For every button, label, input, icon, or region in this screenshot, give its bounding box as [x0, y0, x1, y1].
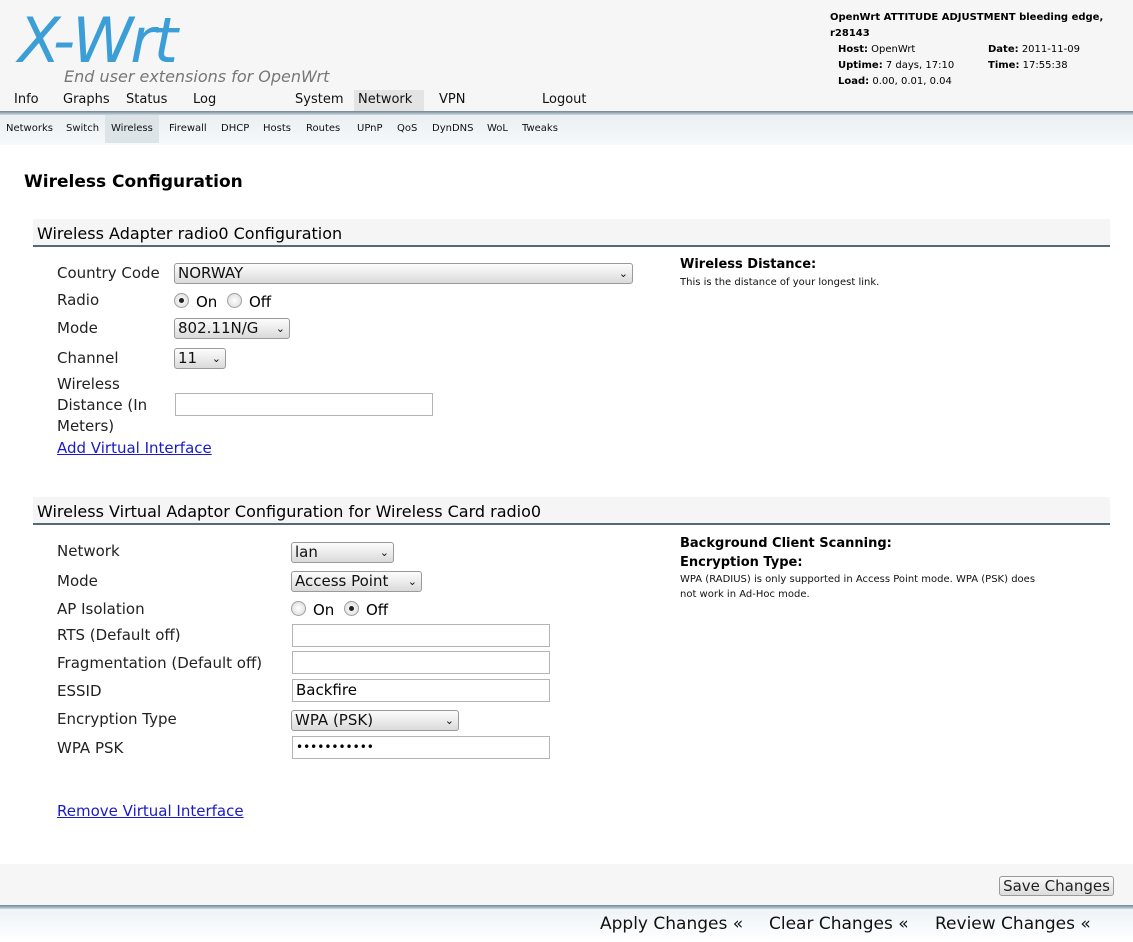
radio-label: Radio	[57, 291, 100, 309]
rts-label: RTS (Default off)	[57, 626, 181, 644]
host-label: Host:	[838, 44, 868, 55]
distance-label-line2: Distance (In	[57, 396, 148, 414]
chevron-down-icon: ⌄	[275, 322, 285, 335]
chevron-down-icon: ⌄	[444, 714, 454, 727]
time-value: 17:55:38	[1022, 60, 1068, 71]
subnav-qos[interactable]: QoS	[391, 115, 423, 143]
subnav-upnp[interactable]: UPnP	[351, 115, 389, 143]
apply-changes-link[interactable]: Apply Changes «	[600, 914, 743, 934]
network-select[interactable]: lan ⌄	[291, 542, 394, 563]
subnav-wol[interactable]: WoL	[481, 115, 514, 143]
channel-label: Channel	[57, 349, 119, 367]
header: X-Wrt End user extensions for OpenWrt Op…	[0, 0, 1133, 145]
mode-label: Mode	[57, 319, 98, 337]
nav-network[interactable]: Network	[354, 90, 424, 112]
encryption-type-value: WPA (PSK)	[295, 711, 374, 729]
main-nav: Info Graphs Status Log System Network VP…	[0, 90, 1133, 112]
distance-label-line1: Wireless	[57, 375, 120, 393]
ap-isolation-on-radio[interactable]	[291, 601, 306, 616]
time-label: Time:	[988, 60, 1020, 71]
sub-nav: Networks Switch Wireless Firewall DHCP H…	[0, 115, 1133, 145]
nav-info[interactable]: Info	[10, 90, 43, 112]
mode-value: 802.11N/G	[178, 319, 259, 337]
footer-bar	[0, 864, 1133, 906]
essid-label: ESSID	[57, 682, 102, 700]
nav-log[interactable]: Log	[189, 90, 220, 112]
system-info: OpenWrt ATTITUDE ADJUSTMENT bleeding edg…	[830, 10, 1130, 90]
fragmentation-input[interactable]	[292, 651, 550, 674]
uptime-label: Uptime:	[838, 60, 883, 71]
help-text-encryption-line2: not work in Ad-Hoc mode.	[680, 589, 810, 600]
wpa-psk-input[interactable]: •••••••••••	[292, 736, 550, 759]
uptime-value: 7 days, 17:10	[885, 60, 955, 71]
load-value: 0.00, 0.01, 0.04	[872, 76, 952, 87]
help-text-distance: This is the distance of your longest lin…	[680, 277, 880, 288]
ap-isolation-off-radio[interactable]	[344, 601, 359, 616]
radio-off-radio[interactable]	[227, 293, 242, 308]
virtual-mode-value: Access Point	[295, 572, 389, 590]
chevron-down-icon: ⌄	[407, 575, 417, 588]
radio-off-label: Off	[249, 293, 272, 311]
country-code-select[interactable]: NORWAY ⌄	[174, 263, 633, 284]
nav-vpn[interactable]: VPN	[435, 90, 469, 112]
chevron-down-icon: ⌄	[379, 546, 389, 559]
ap-isolation-off-label: Off	[366, 601, 389, 619]
clear-changes-link[interactable]: Clear Changes «	[769, 914, 909, 934]
network-label: Network	[57, 542, 120, 560]
mode-select[interactable]: 802.11N/G ⌄	[174, 318, 290, 339]
ap-isolation-on-label: On	[313, 601, 335, 619]
radio-on-label: On	[196, 293, 218, 311]
help-title-encryption: Encryption Type:	[680, 555, 803, 570]
page-title: Wireless Configuration	[24, 172, 243, 192]
add-virtual-interface-link[interactable]: Add Virtual Interface	[57, 439, 212, 457]
review-changes-link[interactable]: Review Changes «	[935, 914, 1091, 934]
remove-virtual-interface-link[interactable]: Remove Virtual Interface	[57, 802, 244, 820]
wpa-psk-label: WPA PSK	[57, 739, 124, 757]
subnav-dhcp[interactable]: DHCP	[215, 115, 255, 143]
nav-logout[interactable]: Logout	[538, 90, 591, 112]
country-code-value: NORWAY	[178, 264, 244, 282]
distance-label-line3: Meters)	[57, 417, 115, 435]
essid-input[interactable]: Backfire	[292, 679, 550, 702]
adapter-section-header: Wireless Adapter radio0 Configuration	[33, 219, 1110, 247]
date-value: 2011-11-09	[1021, 44, 1080, 55]
help-title-distance: Wireless Distance:	[680, 257, 817, 272]
virtual-mode-select[interactable]: Access Point ⌄	[291, 571, 422, 592]
channel-select[interactable]: 11 ⌄	[174, 348, 226, 369]
rts-input[interactable]	[292, 624, 550, 647]
encryption-type-select[interactable]: WPA (PSK) ⌄	[291, 710, 459, 731]
channel-value: 11	[178, 349, 198, 367]
subnav-routes[interactable]: Routes	[300, 115, 346, 143]
save-changes-button[interactable]: Save Changes	[999, 876, 1114, 896]
virtual-section-header: Wireless Virtual Adaptor Configuration f…	[33, 497, 1110, 525]
help-text-encryption-line1: WPA (RADIUS) is only supported in Access…	[680, 574, 1036, 585]
fragmentation-label: Fragmentation (Default off)	[57, 654, 263, 672]
encryption-type-label: Encryption Type	[57, 710, 177, 728]
subnav-tweaks[interactable]: Tweaks	[516, 115, 564, 143]
virtual-mode-label: Mode	[57, 572, 98, 590]
logo-subtitle: End user extensions for OpenWrt	[64, 67, 330, 86]
firmware-version: OpenWrt ATTITUDE ADJUSTMENT bleeding edg…	[830, 12, 1104, 39]
subnav-wireless[interactable]: Wireless	[105, 115, 159, 143]
network-value: lan	[295, 543, 318, 561]
nav-status[interactable]: Status	[122, 90, 171, 112]
chevron-down-icon: ⌄	[211, 352, 221, 365]
wireless-distance-input[interactable]	[175, 393, 433, 416]
host-value: OpenWrt	[871, 44, 916, 55]
country-code-label: Country Code	[57, 264, 160, 282]
subnav-hosts[interactable]: Hosts	[257, 115, 297, 143]
bottom-links: Apply Changes « Clear Changes « Review C…	[0, 909, 1133, 942]
subnav-switch[interactable]: Switch	[60, 115, 105, 143]
date-label: Date:	[988, 44, 1019, 55]
load-label: Load:	[838, 76, 870, 87]
ap-isolation-label: AP Isolation	[57, 600, 145, 618]
nav-graphs[interactable]: Graphs	[59, 90, 114, 112]
nav-system[interactable]: System	[291, 90, 347, 112]
radio-on-radio[interactable]	[174, 293, 189, 308]
help-title-background-scan: Background Client Scanning:	[680, 536, 892, 551]
subnav-dyndns[interactable]: DynDNS	[426, 115, 479, 143]
chevron-down-icon: ⌄	[618, 267, 628, 280]
subnav-networks[interactable]: Networks	[0, 115, 59, 143]
subnav-firewall[interactable]: Firewall	[163, 115, 213, 143]
